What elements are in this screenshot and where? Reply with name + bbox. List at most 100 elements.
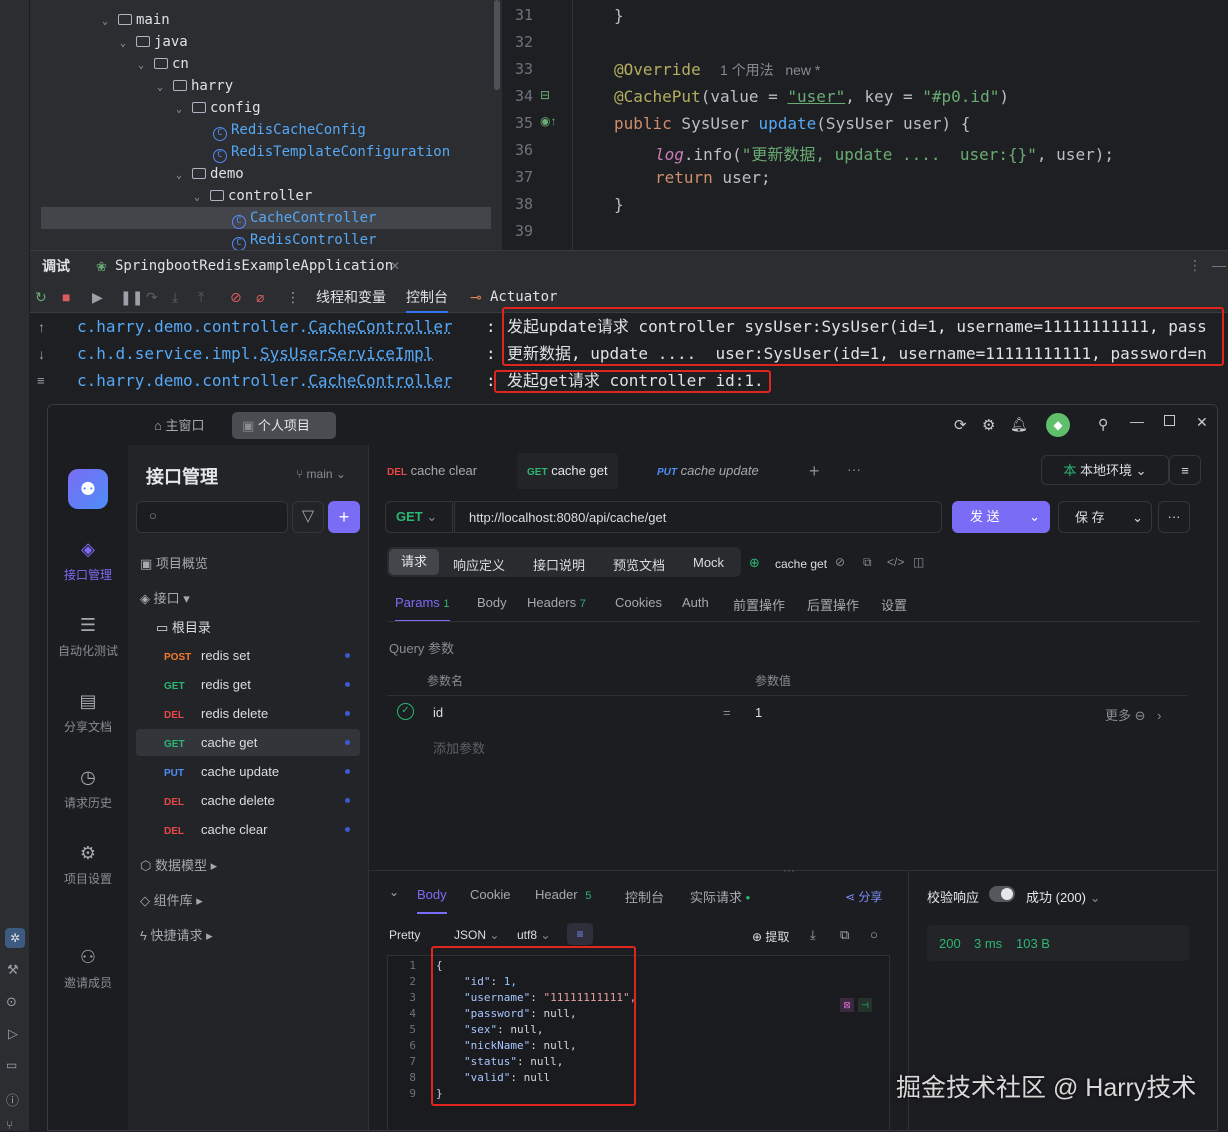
- tab-console[interactable]: 控制台: [406, 281, 448, 313]
- run-config-tab[interactable]: SpringbootRedisExampleApplication: [115, 251, 393, 281]
- pause-icon[interactable]: ❚❚: [120, 289, 143, 306]
- chevron-down-icon[interactable]: ⌄: [138, 55, 154, 77]
- share-button[interactable]: ⋖ 分享: [845, 888, 882, 905]
- rerun-icon[interactable]: ↻: [35, 289, 47, 306]
- section-preview-doc[interactable]: 预览文档: [613, 555, 665, 574]
- param-tab-auth[interactable]: Auth: [682, 595, 709, 610]
- api-item[interactable]: GET redis get: [136, 671, 360, 698]
- validate-toggle[interactable]: [989, 886, 1015, 902]
- chevron-down-icon[interactable]: ⌄: [194, 187, 210, 209]
- mute-breakpoints-icon[interactable]: ⌀: [256, 289, 264, 306]
- api-item[interactable]: DEL redis delete: [136, 700, 360, 727]
- param-tab-settings[interactable]: 设置: [881, 595, 907, 614]
- usage-hint[interactable]: 1 个用法 new *: [720, 62, 820, 78]
- chevron-down-icon[interactable]: ⌄: [176, 165, 192, 187]
- log-source-class-link[interactable]: CacheController: [308, 371, 453, 390]
- soft-wrap-icon[interactable]: ≡: [37, 373, 45, 388]
- more-options-icon[interactable]: ⋮: [1188, 257, 1202, 274]
- param-tab-post[interactable]: 后置操作: [807, 595, 859, 614]
- implementation-icon[interactable]: ⊟: [540, 88, 550, 102]
- tree-item[interactable]: ⌄ main: [30, 9, 170, 31]
- link-icon[interactable]: ⊘: [835, 555, 845, 569]
- git-icon[interactable]: ⑂: [6, 1118, 13, 1132]
- tree-scrollbar[interactable]: [494, 0, 500, 90]
- search-icon[interactable]: ○: [870, 927, 878, 942]
- sidebar-root-folder[interactable]: ▭ 根目录: [156, 617, 211, 636]
- new-tab-icon[interactable]: +: [809, 461, 820, 482]
- request-tab-cache-get[interactable]: GET cache get: [517, 453, 618, 489]
- format-json[interactable]: JSON ⌄: [454, 928, 499, 942]
- tree-item[interactable]: C RedisTemplateConfiguration: [30, 141, 450, 163]
- sidebar-quick-requests[interactable]: ϟ 快捷请求 ▸: [140, 925, 213, 944]
- tree-item[interactable]: ⌄ demo: [30, 163, 244, 185]
- api-item[interactable]: PUT cache update: [136, 758, 360, 785]
- format-pretty[interactable]: Pretty: [389, 928, 420, 942]
- tab-personal-project[interactable]: ▣ 个人项目✕: [232, 412, 336, 460]
- api-item[interactable]: GET cache get: [136, 729, 360, 756]
- resize-handle-icon[interactable]: ···: [783, 863, 795, 877]
- format-encoding[interactable]: utf8 ⌄: [517, 928, 550, 942]
- api-item[interactable]: DEL cache clear: [136, 816, 360, 843]
- resp-tab-cookie[interactable]: Cookie: [470, 887, 510, 902]
- chevron-down-icon[interactable]: ⌄: [1029, 501, 1040, 533]
- hammer-icon[interactable]: ⚒: [7, 962, 19, 978]
- terminal-icon[interactable]: ▭: [6, 1058, 17, 1072]
- chevron-right-icon[interactable]: ›: [1157, 708, 1161, 723]
- sidebar-search-input[interactable]: ○: [136, 501, 288, 533]
- request-tab-cache-update[interactable]: PUT cache update: [657, 453, 759, 489]
- sidebar-interfaces[interactable]: ◈ 接口 ▾: [140, 588, 190, 607]
- chevron-down-icon[interactable]: ⌄: [157, 77, 173, 99]
- param-value-input[interactable]: 1: [755, 705, 762, 720]
- chevron-down-icon[interactable]: ⌄: [102, 11, 118, 33]
- bell-icon[interactable]: 🔔︎: [1010, 416, 1028, 433]
- resp-tab-header[interactable]: Header 5: [535, 887, 591, 902]
- log-source[interactable]: c.harry.demo.controller.CacheController: [77, 367, 453, 394]
- resp-tab-actual[interactable]: 实际请求 •: [690, 887, 750, 906]
- override-icon[interactable]: ◉↑: [540, 114, 556, 128]
- sidebar-overview[interactable]: ▣ 项目概览: [140, 553, 208, 572]
- user-avatar[interactable]: ◆: [1046, 413, 1070, 437]
- param-name-input[interactable]: id: [433, 705, 443, 720]
- tree-item[interactable]: ⌄ harry: [30, 75, 233, 97]
- bracket-icon[interactable]: ⊣: [858, 998, 872, 1012]
- step-over-icon[interactable]: ↷: [146, 289, 158, 306]
- url-input[interactable]: http://localhost:8080/api/cache/get: [454, 501, 942, 533]
- services-icon[interactable]: ⊙: [6, 994, 17, 1010]
- copy-icon[interactable]: ⧉: [840, 927, 849, 943]
- pin-icon[interactable]: ⚲: [1098, 416, 1108, 433]
- request-tab-cache-clear[interactable]: DEL cache clear: [387, 453, 477, 489]
- extract-button[interactable]: ⊕ 提取: [752, 928, 789, 945]
- chevron-down-icon[interactable]: ⌄: [1132, 502, 1143, 534]
- refresh-icon[interactable]: ⟳: [954, 416, 967, 434]
- chevron-down-icon[interactable]: ⌄: [120, 33, 136, 55]
- step-into-icon[interactable]: ⤓: [172, 289, 178, 306]
- collapse-icon[interactable]: ⌄: [389, 885, 399, 899]
- more-icon[interactable]: ⋮: [286, 289, 300, 306]
- tree-item[interactable]: ⌄ cn: [30, 53, 189, 75]
- resp-tab-body[interactable]: Body: [417, 887, 447, 914]
- problems-icon[interactable]: ⓘ: [6, 1090, 19, 1109]
- panel-icon[interactable]: ◫: [913, 555, 924, 569]
- save-button[interactable]: 保 存 ⌄: [1058, 501, 1152, 533]
- ai-icon[interactable]: ⊠: [840, 998, 854, 1012]
- param-tab-pre[interactable]: 前置操作: [733, 595, 785, 614]
- filter-button[interactable]: ▽: [292, 501, 324, 533]
- code-icon[interactable]: </>: [887, 555, 904, 569]
- section-api-doc[interactable]: 接口说明: [533, 555, 585, 574]
- wrap-icon[interactable]: ≡: [567, 923, 593, 945]
- check-circle-icon[interactable]: ✓: [397, 703, 414, 720]
- param-more[interactable]: 更多 ⊖ ›: [1105, 705, 1162, 724]
- log-source[interactable]: c.h.d.service.impl.SysUserServiceImpl: [77, 340, 433, 367]
- status-select[interactable]: 成功 (200) ⌄: [1026, 887, 1101, 906]
- tree-item[interactable]: ⌄ config: [30, 97, 261, 119]
- settings-icon[interactable]: ⚙: [982, 416, 995, 434]
- branch-selector[interactable]: ⑂ main ⌄: [296, 467, 346, 481]
- tab-home[interactable]: ⌂ 主窗口: [144, 412, 214, 439]
- copy-icon[interactable]: ⧉: [863, 555, 872, 570]
- nav-api-management[interactable]: ◈ 接口管理: [48, 539, 128, 583]
- minus-circle-icon[interactable]: ⊖: [1135, 708, 1146, 723]
- nav-invite-members[interactable]: ⚇ 邀请成员: [48, 947, 128, 991]
- api-item[interactable]: DEL cache delete: [136, 787, 360, 814]
- scroll-up-icon[interactable]: ↑: [38, 319, 45, 335]
- section-mock[interactable]: Mock: [693, 555, 724, 570]
